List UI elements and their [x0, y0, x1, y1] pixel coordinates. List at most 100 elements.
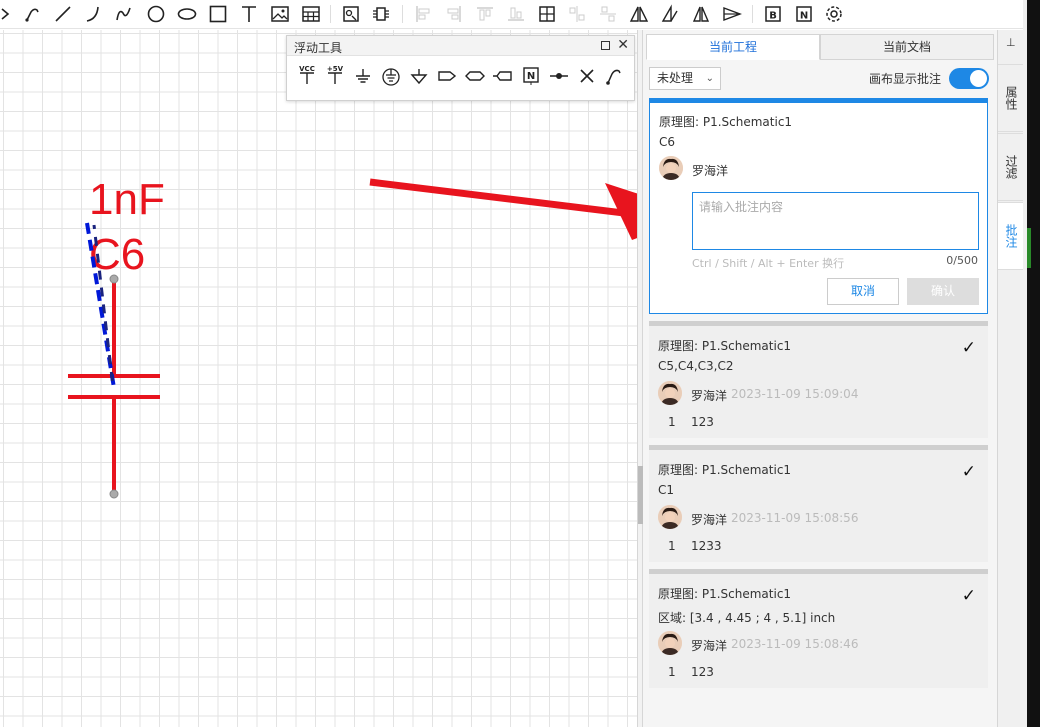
annotation-card[interactable]: 原理图: P1.Schematic1 ✓ 区域: [3.4 , 4.45 ; 4…: [649, 569, 988, 688]
floating-tools-panel: 浮动工具 ✕ VCC +5V N: [286, 35, 635, 101]
annotation-panel: 当前工程 当前文档 未处理 ⌄ 画布显示批注 原理图: P1.Schematic…: [643, 30, 997, 727]
resolve-check-icon[interactable]: ✓: [962, 586, 976, 606]
side-tab-filter[interactable]: 过滤: [998, 133, 1023, 201]
reply-index: 1: [668, 415, 676, 429]
newline-hint: Ctrl / Shift / Alt + Enter 换行: [692, 257, 845, 270]
annotation-card[interactable]: 原理图: P1.Schematic1 ✓ C5,C4,C3,C2 罗海洋 202…: [649, 321, 988, 438]
reply-text: 123: [691, 665, 714, 679]
floating-tools-title: 浮动工具: [294, 41, 343, 55]
rectangle-icon[interactable]: [207, 3, 229, 25]
toggle-knob: [970, 70, 987, 87]
cancel-button[interactable]: 取消: [827, 278, 899, 305]
send-icon[interactable]: [721, 3, 743, 25]
svg-text:N: N: [800, 11, 808, 22]
pin-icon[interactable]: [0, 3, 16, 25]
status-filter-value: 未处理: [657, 71, 694, 85]
svg-text:B: B: [769, 11, 777, 22]
pin-panel-icon[interactable]: ⊥: [1006, 36, 1016, 49]
tab-current-project[interactable]: 当前工程: [646, 34, 820, 60]
window-edge-accent: [1027, 228, 1031, 268]
mirror-icon[interactable]: [690, 3, 712, 25]
settings-icon[interactable]: [823, 3, 845, 25]
card-target: 区域: [3.4 , 4.45 ; 4 , 5.1] inch: [658, 611, 836, 625]
net-port-left-icon[interactable]: [491, 64, 515, 88]
component-icon[interactable]: [340, 3, 362, 25]
avatar: [658, 631, 682, 655]
floating-tools-title-bar[interactable]: 浮动工具 ✕: [287, 36, 634, 56]
char-counter: 0/500: [946, 254, 978, 267]
resolve-check-icon[interactable]: ✓: [962, 462, 976, 482]
earth-ground-icon[interactable]: [379, 64, 403, 88]
card-doc: 原理图: P1.Schematic1: [658, 463, 792, 477]
arc-icon[interactable]: [52, 3, 74, 25]
junction-icon[interactable]: [547, 64, 571, 88]
card-target: C1: [658, 483, 675, 497]
status-filter-select[interactable]: 未处理 ⌄: [649, 67, 721, 90]
no-connect-icon[interactable]: [575, 64, 599, 88]
flip-h-icon[interactable]: [628, 3, 650, 25]
ground-icon[interactable]: [351, 64, 375, 88]
resolve-check-icon[interactable]: ✓: [962, 338, 976, 358]
netlabel-icon[interactable]: [370, 3, 392, 25]
reply-index: 1: [668, 665, 676, 679]
text-icon[interactable]: [238, 3, 260, 25]
grid-icon[interactable]: [536, 3, 558, 25]
annotation-card-new[interactable]: 原理图: P1.Schematic1 C6 罗海洋 Ctrl / Shift /…: [649, 98, 988, 314]
comment-input[interactable]: [693, 193, 978, 249]
wave-icon[interactable]: [113, 3, 135, 25]
netlabel-n-icon[interactable]: N: [519, 64, 543, 88]
reply-index: 1: [668, 539, 676, 553]
reply-text: 123: [691, 415, 714, 429]
main-toolbar: B N: [0, 0, 1027, 29]
comment-input-box[interactable]: [692, 192, 979, 250]
card-doc: 原理图: P1.Schematic1: [658, 339, 792, 353]
distribute-v-icon[interactable]: [597, 3, 619, 25]
distribute-h-icon[interactable]: [566, 3, 588, 25]
net-port-right-icon[interactable]: [435, 64, 459, 88]
avatar: [658, 505, 682, 529]
card-user: 罗海洋: [691, 389, 728, 403]
show-annotations-label: 画布显示批注: [868, 72, 941, 86]
vcc-icon[interactable]: VCC: [295, 64, 319, 88]
show-annotations-toggle[interactable]: [949, 68, 989, 89]
plus5v-icon[interactable]: +5V: [323, 64, 347, 88]
side-tab-annotations[interactable]: 批注: [998, 202, 1023, 270]
card-user: 罗海洋: [691, 513, 728, 527]
close-icon[interactable]: ✕: [617, 37, 629, 53]
align-top-icon[interactable]: [474, 3, 496, 25]
schematic-canvas[interactable]: [0, 30, 637, 727]
netlist-icon[interactable]: N: [793, 3, 815, 25]
align-left-icon[interactable]: [412, 3, 434, 25]
avatar: [658, 381, 682, 405]
svg-text:VCC: VCC: [299, 65, 315, 73]
net-port-both-icon[interactable]: [463, 64, 487, 88]
card-time: 2023-11-09 15:08:56: [731, 511, 859, 525]
flip-v-icon[interactable]: [659, 3, 681, 25]
card-doc: 原理图: P1.Schematic1: [659, 115, 793, 129]
line-icon[interactable]: [22, 3, 44, 25]
table-icon[interactable]: [300, 3, 322, 25]
confirm-button[interactable]: 确认: [907, 278, 979, 305]
image-icon[interactable]: [269, 3, 291, 25]
side-tab-properties[interactable]: 属性: [998, 64, 1023, 132]
card-time: 2023-11-09 15:08:46: [731, 637, 859, 651]
align-right-icon[interactable]: [443, 3, 465, 25]
annotation-card[interactable]: 原理图: P1.Schematic1 ✓ C1 罗海洋 2023-11-09 1…: [649, 445, 988, 562]
chevron-down-icon: ⌄: [705, 73, 714, 84]
circle-icon[interactable]: [145, 3, 167, 25]
align-bottom-icon[interactable]: [505, 3, 527, 25]
card-target: C6: [659, 135, 676, 149]
tab-current-document[interactable]: 当前文档: [820, 34, 994, 60]
restore-icon[interactable]: [601, 41, 610, 50]
bom-icon[interactable]: B: [762, 3, 784, 25]
signal-ground-icon[interactable]: [407, 64, 431, 88]
window-edge-dark: [1027, 0, 1040, 727]
wire-pen-icon[interactable]: [603, 64, 627, 88]
card-user: 罗海洋: [691, 639, 728, 653]
bezier-icon[interactable]: [82, 3, 104, 25]
card-doc: 原理图: P1.Schematic1: [658, 587, 792, 601]
svg-text:N: N: [527, 71, 535, 82]
avatar: [659, 156, 683, 180]
panel-tabs: 当前工程 当前文档: [646, 34, 994, 60]
ellipse-icon[interactable]: [176, 3, 198, 25]
